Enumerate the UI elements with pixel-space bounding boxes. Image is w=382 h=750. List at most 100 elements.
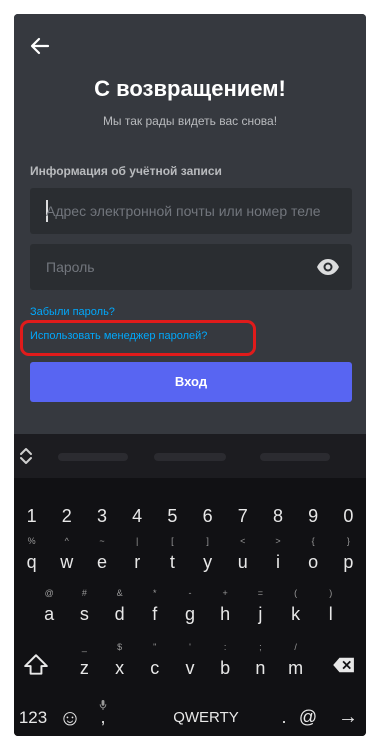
key-label: 5: [167, 506, 178, 526]
key-i[interactable]: > i: [260, 534, 295, 584]
key-secondary-symbol: ;: [259, 642, 262, 652]
suggestion-placeholder: [154, 453, 226, 461]
key-o[interactable]: {o: [296, 534, 331, 584]
key-w[interactable]: ^ w: [49, 534, 84, 584]
key-secondary-symbol: ^: [64, 536, 69, 546]
key-secondary-symbol: }: [346, 536, 350, 546]
key-label: o: [308, 552, 319, 572]
key-6[interactable]: 6: [190, 498, 225, 536]
key-4[interactable]: 4: [120, 498, 155, 536]
back-arrow-icon[interactable]: [28, 34, 52, 58]
key-label: 123: [18, 707, 48, 727]
account-info-label: Информация об учётной записи: [30, 164, 222, 178]
key-secondary-symbol: *: [153, 588, 157, 598]
key-label: h: [220, 604, 231, 624]
page-title: С возвращением!: [94, 76, 286, 101]
key-secondary-symbol: /: [294, 642, 297, 652]
key-secondary-symbol: +: [222, 588, 228, 598]
period-key[interactable]: .: [272, 696, 296, 736]
key-label: 4: [132, 506, 143, 526]
key-v[interactable]: ' v: [172, 640, 207, 690]
cursor-arrows-icon[interactable]: [18, 446, 34, 466]
keyboard: 1 2 3 4 5 6 7 8 9 0% q ^ w ~ e | r[t] y < u > i{o} p @ a # s & d * f - g…: [14, 434, 366, 736]
key-f[interactable]: * f: [137, 586, 172, 636]
key-1[interactable]: 1: [14, 498, 49, 536]
eye-icon[interactable]: [316, 256, 340, 278]
password-manager-link[interactable]: Использовать менеджер паролей?: [30, 330, 207, 342]
key-z[interactable]: _ z: [67, 640, 102, 690]
key-label: y: [203, 552, 213, 572]
key-label: w: [60, 552, 74, 572]
key-secondary-symbol: $: [117, 642, 123, 652]
key-0[interactable]: 0: [331, 498, 366, 536]
key-s[interactable]: # s: [67, 586, 102, 636]
key-label: ☺: [58, 705, 82, 730]
key-secondary-symbol: ]: [206, 536, 209, 546]
suggestion-placeholder: [58, 453, 128, 461]
key-label: a: [44, 604, 55, 624]
key-label: g: [184, 604, 195, 624]
key-label: b: [220, 658, 231, 678]
key-label: l: [328, 604, 333, 624]
key-l[interactable]: ) l: [313, 586, 348, 636]
key-5[interactable]: 5: [155, 498, 190, 536]
key-label: @: [298, 707, 318, 727]
key-label: 0: [343, 506, 354, 526]
key-n[interactable]: ; n: [243, 640, 278, 690]
key-secondary-symbol: :: [223, 642, 227, 652]
email-field[interactable]: Адрес электронной почты или номер теле: [30, 188, 352, 234]
key-j[interactable]: = j: [243, 586, 278, 636]
key-8[interactable]: 8: [260, 498, 295, 536]
key-g[interactable]: -g: [172, 586, 207, 636]
key-x[interactable]: $ x: [102, 640, 137, 690]
key-secondary-symbol: @: [44, 588, 54, 598]
key-h[interactable]: + h: [208, 586, 243, 636]
enter-key[interactable]: →: [332, 696, 364, 736]
numeric-key[interactable]: 123: [16, 696, 50, 736]
key-secondary-symbol: <: [240, 536, 246, 546]
forgot-password-link[interactable]: Забыли пароль?: [30, 306, 115, 318]
key-r[interactable]: | r: [120, 534, 155, 584]
key-u[interactable]: < u: [225, 534, 260, 584]
key-secondary-symbol: -: [188, 588, 192, 598]
password-placeholder: Пароль: [46, 259, 95, 275]
password-field[interactable]: Пароль: [30, 244, 352, 290]
key-m[interactable]: / m: [278, 640, 313, 690]
key-c[interactable]: " c: [137, 640, 172, 690]
key-label: QWERTY: [173, 708, 239, 726]
key-k[interactable]: (k: [278, 586, 313, 636]
key-a[interactable]: @ a: [32, 586, 67, 636]
at-key[interactable]: @: [294, 696, 322, 736]
key-d[interactable]: & d: [102, 586, 137, 636]
key-label: 9: [308, 506, 319, 526]
key-7[interactable]: 7: [225, 498, 260, 536]
key-2[interactable]: 2: [49, 498, 84, 536]
shift-icon[interactable]: [23, 652, 49, 678]
key-e[interactable]: ~ e: [84, 534, 119, 584]
email-placeholder: Адрес электронной почты или номер теле: [46, 203, 321, 219]
key-secondary-symbol: %: [27, 536, 36, 546]
key-y[interactable]: ] y: [190, 534, 225, 584]
key-label: u: [237, 552, 248, 572]
key-label: p: [343, 552, 354, 572]
key-3[interactable]: 3: [84, 498, 119, 536]
key-secondary-symbol: ": [153, 642, 157, 652]
key-label: v: [185, 658, 195, 678]
key-secondary-symbol: {: [311, 536, 315, 546]
key-label: m: [288, 658, 304, 678]
login-button[interactable]: Вход: [30, 362, 352, 402]
mic-icon[interactable]: [99, 700, 107, 710]
backspace-icon[interactable]: [332, 656, 356, 674]
key-p[interactable]: } p: [331, 534, 366, 584]
key-t[interactable]: [t: [155, 534, 190, 584]
key-secondary-symbol: ): [329, 588, 333, 598]
key-secondary-symbol: =: [257, 588, 264, 598]
key-q[interactable]: % q: [14, 534, 49, 584]
space-bar[interactable]: QWERTY: [122, 696, 290, 736]
key-label: d: [114, 604, 125, 624]
key-b[interactable]: :b: [208, 640, 243, 690]
key-label: s: [79, 604, 89, 624]
key-label: 2: [61, 506, 72, 526]
emoji-key[interactable]: ☺: [54, 696, 86, 736]
key-9[interactable]: 9: [296, 498, 331, 536]
